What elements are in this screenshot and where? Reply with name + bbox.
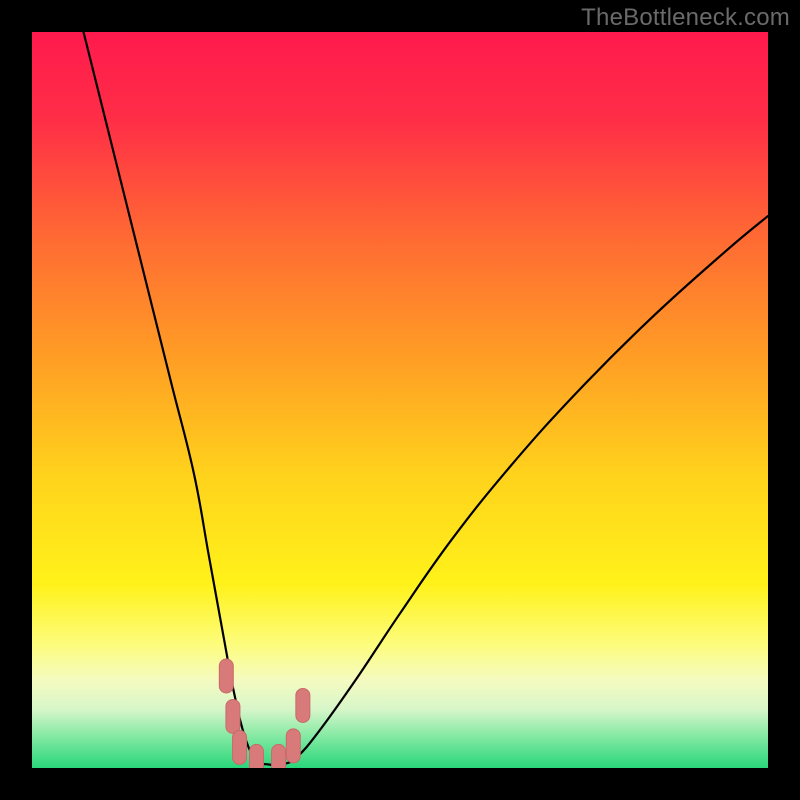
- curve-marker: [249, 744, 263, 768]
- watermark-text: TheBottleneck.com: [581, 4, 790, 32]
- chart-svg: [32, 32, 768, 768]
- plot-area: [32, 32, 768, 768]
- curve-marker: [272, 744, 286, 768]
- curve-marker: [296, 688, 310, 722]
- curve-marker: [219, 659, 233, 693]
- curve-marker: [233, 730, 247, 764]
- curve-marker: [226, 699, 240, 733]
- gradient-background: [32, 32, 768, 768]
- chart-frame: TheBottleneck.com: [0, 0, 800, 800]
- curve-marker: [286, 729, 300, 763]
